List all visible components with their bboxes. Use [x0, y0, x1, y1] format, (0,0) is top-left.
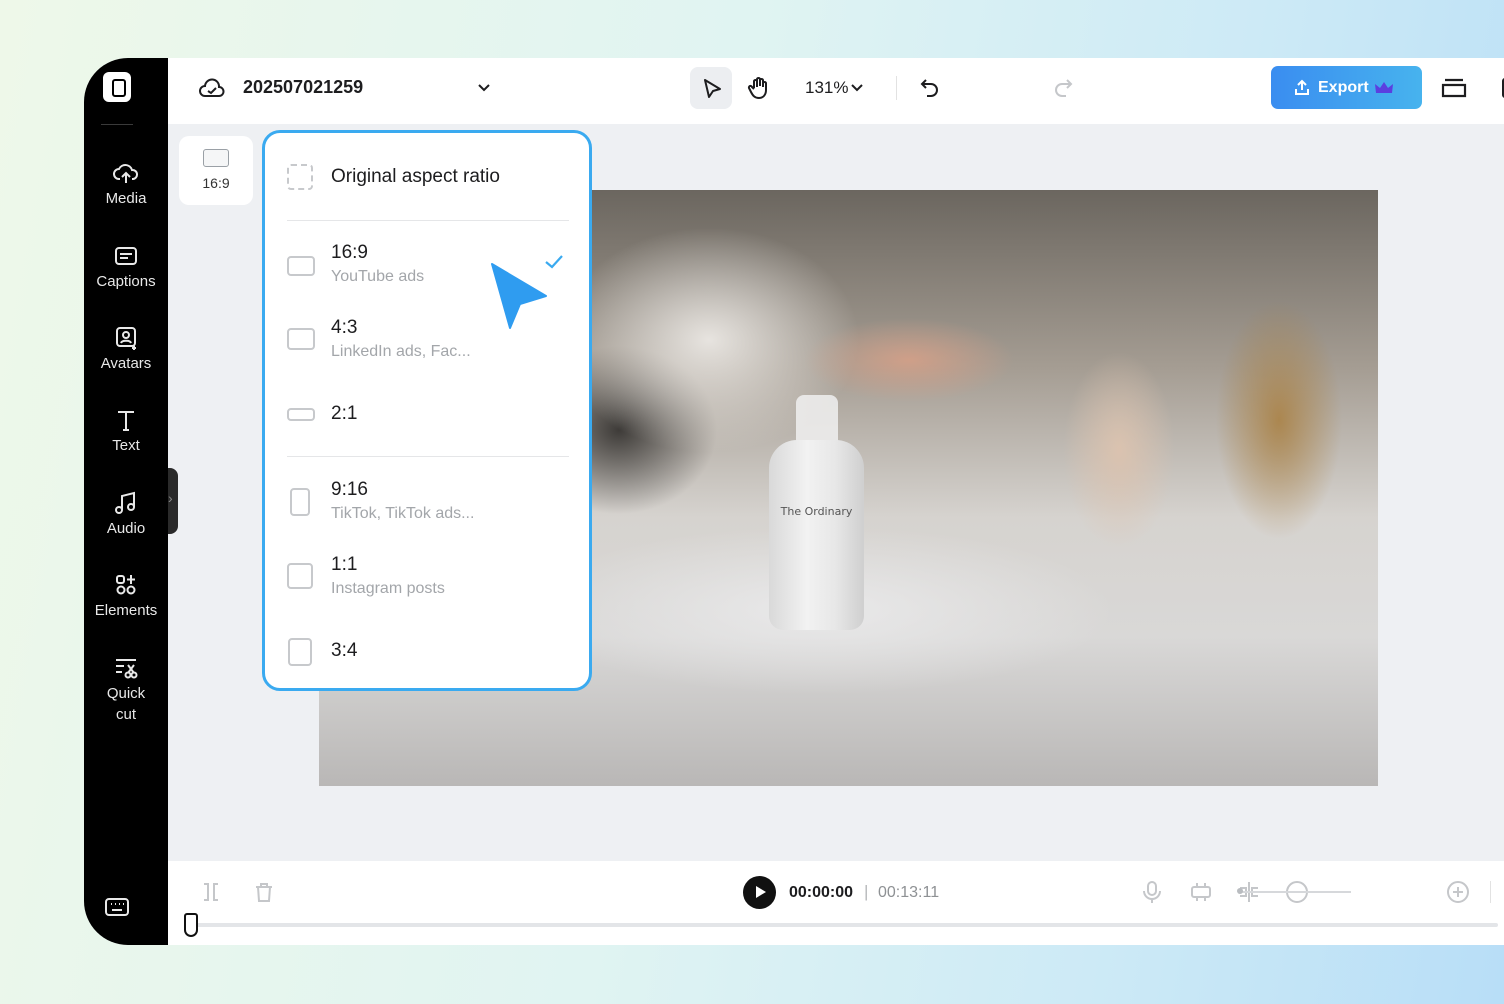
ratio-9-16-icon — [290, 488, 310, 516]
original-ratio-icon — [287, 164, 313, 190]
sidebar-item-audio[interactable]: Audio — [84, 491, 168, 539]
time-separator: | — [864, 882, 869, 901]
aspect-ratio-menu: Original aspect ratio 16:9 YouTube ads 4… — [262, 130, 592, 691]
cloud-sync-icon[interactable] — [198, 76, 226, 100]
menu-item-2-1[interactable]: 2:1 — [265, 393, 589, 437]
toolbar-divider — [896, 76, 897, 100]
sidebar: Media Captions Avatars Text Audio Elemen… — [84, 58, 168, 945]
menu-item-title: 4:3 — [331, 317, 358, 338]
sidebar-item-quick-cut[interactable]: Quick cut — [84, 656, 168, 725]
undo-icon[interactable] — [918, 76, 942, 100]
cloud-upload-icon — [113, 164, 139, 183]
elements-icon — [116, 575, 136, 595]
menu-item-description: TikTok, TikTok ads... — [331, 505, 475, 522]
menu-item-title: Original aspect ratio — [331, 166, 500, 187]
ratio-2-1-icon — [287, 408, 315, 421]
keyboard-icon[interactable] — [104, 896, 130, 918]
quick-cut-icon — [116, 659, 138, 679]
total-duration: 00:13:11 — [878, 884, 940, 901]
redo-icon[interactable] — [1051, 76, 1075, 100]
menu-item-description: YouTube ads — [331, 268, 425, 285]
auto-edit-icon[interactable] — [1189, 880, 1213, 904]
timeline-track[interactable] — [188, 923, 1498, 927]
split-clip-icon[interactable] — [200, 881, 222, 903]
ratio-4-3-icon — [287, 328, 315, 350]
music-note-icon — [115, 491, 135, 514]
zoom-slider-handle[interactable] — [1237, 888, 1243, 894]
menu-item-title: 9:16 — [331, 479, 368, 500]
pointer-icon — [704, 79, 721, 98]
sidebar-collapse-handle[interactable] — [168, 468, 178, 534]
bottle-body — [769, 440, 864, 630]
sidebar-item-text[interactable]: Text — [84, 408, 168, 456]
crown-icon — [1375, 82, 1393, 93]
zoom-level[interactable]: 131% — [805, 78, 848, 98]
ratio-16-9-icon — [287, 256, 315, 276]
sidebar-item-label: Captions — [96, 273, 156, 290]
zoom-in-icon[interactable] — [1446, 880, 1470, 904]
menu-item-title: 2:1 — [331, 403, 358, 424]
layers-icon[interactable] — [1440, 75, 1468, 101]
export-label: Export — [1318, 79, 1369, 96]
menu-item-3-4[interactable]: 3:4 — [265, 630, 589, 674]
app-logo[interactable] — [103, 72, 131, 102]
sidebar-item-label: cut — [115, 706, 136, 723]
sidebar-item-elements[interactable]: Elements — [84, 573, 168, 621]
text-icon — [118, 411, 134, 431]
ratio-shape-icon — [203, 149, 229, 167]
top-toolbar: 202507021259 131% Export — [168, 58, 1504, 124]
menu-divider — [287, 220, 569, 221]
sidebar-divider — [101, 124, 133, 125]
chevron-down-icon[interactable] — [476, 80, 492, 96]
aspect-ratio-button[interactable]: 16:9 — [179, 136, 253, 205]
sidebar-item-captions[interactable]: Captions — [84, 244, 168, 292]
project-name[interactable]: 202507021259 — [243, 77, 363, 98]
playhead-handle[interactable] — [184, 913, 198, 937]
microphone-icon[interactable] — [1142, 880, 1162, 904]
menu-item-original-ratio[interactable]: Original aspect ratio — [265, 153, 589, 205]
delete-icon[interactable] — [253, 881, 275, 903]
menu-item-description: LinkedIn ads, Fac... — [331, 343, 471, 360]
export-upload-icon — [1295, 79, 1309, 95]
bar-divider — [1490, 881, 1491, 903]
select-tool-button[interactable] — [690, 67, 732, 109]
sidebar-item-label: Media — [105, 190, 147, 207]
menu-divider — [287, 456, 569, 457]
sidebar-item-avatars[interactable]: Avatars — [84, 326, 168, 374]
sidebar-item-media[interactable]: Media — [84, 161, 168, 209]
menu-item-title: 1:1 — [331, 554, 358, 575]
menu-item-description: Instagram posts — [331, 580, 445, 597]
menu-item-title: 3:4 — [331, 640, 358, 661]
play-button[interactable] — [743, 876, 776, 909]
mouse-cursor-icon — [488, 260, 550, 332]
playback-bar: 00:00:00 | 00:13:11 — [168, 861, 1504, 945]
zoom-chevron-down-icon[interactable] — [850, 81, 864, 95]
sidebar-item-label: Text — [112, 437, 140, 454]
sidebar-item-label: Quick — [106, 685, 146, 702]
hand-tool-icon[interactable] — [747, 75, 771, 101]
current-time: 00:00:00 — [789, 884, 854, 901]
split-panel-icon[interactable] — [1500, 76, 1504, 100]
ratio-1-1-icon — [287, 563, 313, 589]
avatar-icon — [116, 327, 136, 350]
menu-item-title: 16:9 — [331, 242, 368, 263]
export-button[interactable]: Export — [1271, 66, 1422, 109]
menu-item-9-16[interactable]: 9:16 TikTok, TikTok ads... — [265, 473, 589, 533]
timeline-zoom-slider[interactable] — [1239, 891, 1351, 893]
sidebar-item-label: Elements — [94, 602, 158, 619]
product-bottle-image: The Ordinary — [769, 395, 864, 630]
ratio-3-4-icon — [288, 638, 312, 666]
sidebar-item-label: Audio — [106, 520, 146, 537]
aspect-ratio-label: 16:9 — [202, 175, 230, 191]
menu-item-1-1[interactable]: 1:1 Instagram posts — [265, 548, 589, 608]
bottle-label: The Ordinary — [780, 505, 853, 518]
sidebar-item-label: Avatars — [100, 355, 152, 372]
captions-icon — [115, 247, 137, 265]
